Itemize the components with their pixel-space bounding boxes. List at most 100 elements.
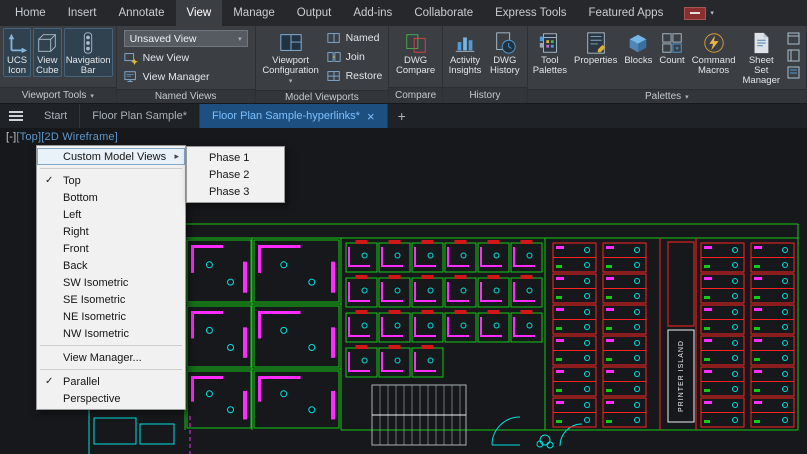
ucs-icon-button[interactable]: UCS Icon — [3, 28, 31, 77]
activity-insights-icon — [455, 37, 475, 52]
menu-item-right[interactable]: Right — [37, 223, 185, 240]
button-label: Navigation Bar — [65, 55, 111, 76]
blocks-button[interactable]: Blocks — [622, 28, 654, 67]
menu-item-label: View Manager... — [63, 351, 142, 364]
menu-tab-express-tools[interactable]: Express Tools — [484, 0, 577, 26]
workspace-switcher-icon — [684, 6, 707, 20]
checkmark-icon: ✓ — [45, 376, 54, 387]
menu-tab-annotate[interactable]: Annotate — [107, 0, 175, 26]
tool-palettes-button[interactable]: Tool Palettes — [531, 28, 569, 77]
menu-item-front[interactable]: Front — [37, 240, 185, 257]
tab-floor-plan-sample[interactable]: Floor Plan Sample* — [80, 104, 201, 128]
menu-item-label: SW Isometric — [63, 276, 129, 289]
menu-item-bottom[interactable]: Bottom — [37, 189, 185, 206]
file-tabs-menu-button[interactable] — [0, 104, 32, 128]
menu-tab-add-ins[interactable]: Add-ins — [342, 0, 403, 26]
button-label: Blocks — [624, 55, 653, 66]
menu-tab-featured-apps[interactable]: Featured Apps — [578, 0, 675, 26]
dwg-compare-button[interactable]: DWG Compare — [392, 28, 439, 77]
new-tab-button[interactable]: + — [388, 104, 416, 128]
view-manager-button[interactable]: View Manager — [124, 69, 248, 85]
menu-item-label: Left — [63, 208, 82, 221]
panel-title-viewport-tools[interactable]: Viewport Tools ▾ — [0, 87, 116, 103]
restore-viewports-button[interactable]: Restore — [327, 68, 382, 84]
tab-floor-plan-sample-hyperlinks[interactable]: Floor Plan Sample-hyperlinks* × — [200, 104, 388, 128]
palettes-aux-icon-middle[interactable] — [787, 49, 800, 62]
named-viewports-button[interactable]: Named — [327, 30, 383, 46]
menu-tab-output[interactable]: Output — [286, 0, 343, 26]
sheet-set-manager-button[interactable]: Sheet Set Manager — [741, 28, 782, 87]
button-label: Tool Palettes — [532, 55, 568, 76]
count-icon — [662, 33, 682, 53]
menu-item-nw-isometric[interactable]: NW Isometric — [37, 325, 185, 342]
menu-item-se-isometric[interactable]: SE Isometric — [37, 291, 185, 308]
viewport-view-control[interactable]: [Top] — [16, 131, 41, 143]
menu-item-left[interactable]: Left — [37, 206, 185, 223]
dwg-history-button[interactable]: DWG History — [486, 28, 524, 77]
panel-title-label: Palettes — [645, 91, 682, 102]
panel-title-palettes[interactable]: Palettes ▾ — [527, 89, 806, 103]
checkmark-icon: ✓ — [45, 175, 54, 186]
menu-item-phase-3[interactable]: Phase 3 — [187, 183, 284, 200]
navigation-bar-button[interactable]: Navigation Bar — [63, 28, 113, 77]
viewport-visual-style-control[interactable]: [2D Wireframe] — [41, 131, 118, 143]
menu-item-phase-1[interactable]: Phase 1 — [187, 149, 284, 166]
panel-title-label: Viewport Tools — [21, 90, 87, 101]
menu-tab-manage[interactable]: Manage — [222, 0, 286, 26]
viewport-minimize-control[interactable]: [-] — [6, 131, 16, 143]
restore-icon — [327, 71, 340, 81]
menu-item-back[interactable]: Back — [37, 257, 185, 274]
ucs-axes-icon — [8, 33, 28, 54]
panel-title-named-views[interactable]: Named Views — [116, 89, 255, 103]
view-manager-icon — [124, 71, 136, 82]
chevron-down-icon: ▾ — [288, 78, 293, 85]
menu-item-custom-model-views[interactable]: Custom Model Views ▸ — [37, 148, 185, 165]
menu-tab-insert[interactable]: Insert — [57, 0, 108, 26]
palettes-aux-icon-bottom[interactable] — [787, 66, 800, 79]
properties-button[interactable]: Properties — [572, 28, 619, 67]
sheet-set-manager-icon — [754, 32, 769, 54]
workspace-switcher[interactable]: ▾ — [674, 0, 724, 26]
dwg-history-icon — [496, 32, 516, 54]
menu-item-phase-2[interactable]: Phase 2 — [187, 166, 284, 183]
menu-item-ne-isometric[interactable]: NE Isometric — [37, 308, 185, 325]
menu-item-sw-isometric[interactable]: SW Isometric — [37, 274, 185, 291]
menu-tab-home[interactable]: Home — [4, 0, 57, 26]
menu-item-label: Right — [63, 225, 89, 238]
menu-tab-collaborate[interactable]: Collaborate — [403, 0, 484, 26]
named-view-dropdown[interactable]: Unsaved View ▾ — [123, 30, 248, 47]
panel-title-compare[interactable]: Compare — [389, 87, 443, 103]
tab-start[interactable]: Start — [32, 104, 81, 128]
command-macros-button[interactable]: Command Macros — [690, 28, 738, 77]
panel-title-label: History — [469, 90, 501, 101]
menu-tab-view[interactable]: View — [175, 0, 223, 26]
panel-history: Activity Insights DWG History History — [443, 26, 528, 103]
menu-item-label: Back — [63, 259, 88, 272]
close-icon[interactable]: × — [367, 110, 375, 123]
chevron-down-icon: ▾ — [710, 10, 714, 17]
tab-label: Floor Plan Sample-hyperlinks* — [212, 110, 360, 122]
button-label: UCS Icon — [6, 55, 28, 76]
menu-item-perspective[interactable]: Perspective — [37, 390, 185, 407]
view-cube-button[interactable]: View Cube — [33, 28, 62, 77]
button-label: Viewport Configuration — [262, 55, 319, 76]
activity-insights-button[interactable]: Activity Insights — [446, 28, 484, 77]
join-viewports-button[interactable]: Join — [327, 49, 383, 65]
new-view-icon — [124, 53, 138, 65]
panel-title-history[interactable]: History — [443, 87, 527, 103]
count-button[interactable]: Count — [657, 28, 686, 67]
new-view-button[interactable]: New View — [124, 50, 248, 66]
menu-item-view-manager[interactable]: View Manager... — [37, 349, 185, 366]
tool-palettes-icon — [539, 33, 557, 53]
menu-item-parallel[interactable]: ✓ Parallel — [37, 373, 185, 390]
custom-model-views-submenu: Phase 1 Phase 2 Phase 3 — [186, 146, 285, 203]
join-icon — [327, 52, 341, 62]
ribbon-tabs: Home Insert Annotate View Manage Output Add-in… — [4, 0, 674, 26]
panel-title-model-viewports[interactable]: Model Viewports — [255, 90, 389, 103]
panel-palettes: Tool Palettes Properties Blocks Count Co… — [527, 26, 807, 103]
named-view-dropdown-value: Unsaved View — [129, 32, 197, 45]
menu-item-top[interactable]: ✓ Top — [37, 172, 185, 189]
viewport-configuration-button[interactable]: Viewport Configuration ▾ — [259, 28, 323, 88]
palettes-aux-icon-top[interactable] — [787, 32, 800, 45]
ribbon: UCS Icon View Cube Navigation Bar Viewpo… — [0, 26, 807, 104]
